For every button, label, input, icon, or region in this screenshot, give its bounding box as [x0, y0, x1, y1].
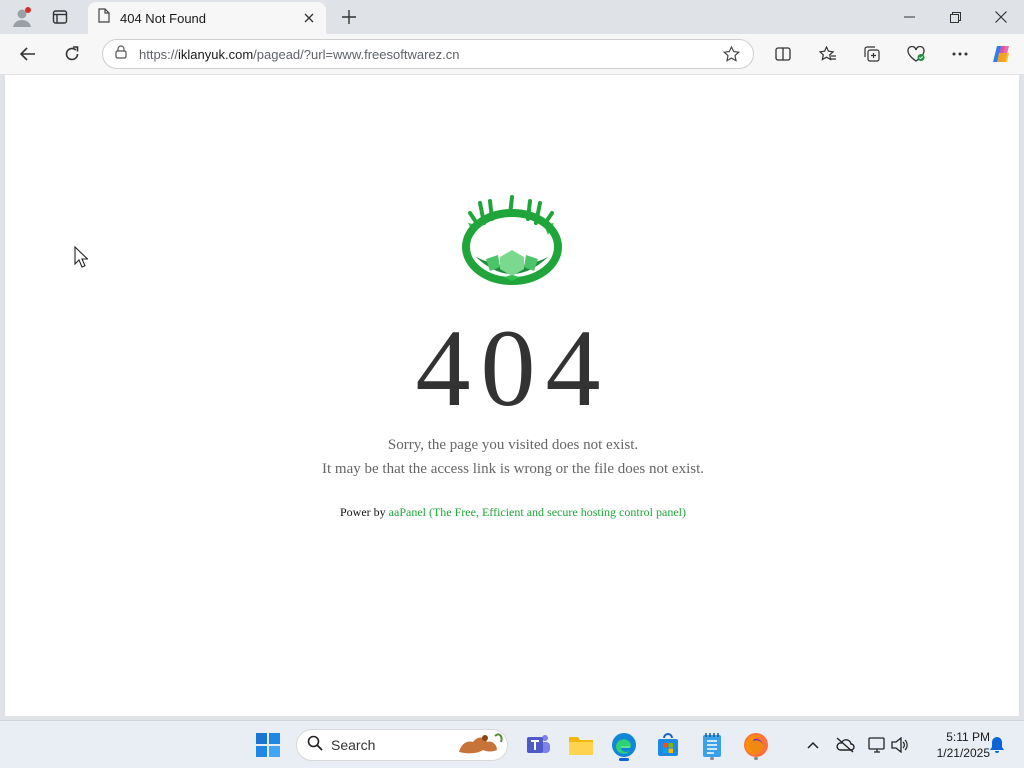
firefox-icon[interactable] — [738, 727, 774, 763]
taskbar: Search 5:11 PM 1/21/2025 — [0, 720, 1024, 768]
restore-button[interactable] — [932, 0, 978, 34]
running-app-indicator — [754, 757, 758, 760]
powered-by: Power by aaPanel (The Free, Efficient an… — [5, 505, 1021, 520]
network-icon[interactable] — [865, 733, 889, 757]
browser-essentials-icon[interactable] — [901, 40, 931, 68]
clock-time: 5:11 PM — [946, 730, 990, 744]
back-button[interactable] — [13, 40, 43, 68]
error-code: 404 — [415, 307, 611, 429]
tab-title: 404 Not Found — [120, 10, 207, 26]
microsoft-store-icon[interactable] — [650, 727, 686, 763]
search-label: Search — [331, 737, 376, 753]
search-icon — [307, 735, 323, 756]
split-screen-icon[interactable] — [768, 40, 798, 68]
active-app-indicator — [619, 758, 629, 761]
page-content: 404 Sorry, the page you visited does not… — [4, 74, 1020, 717]
refresh-button[interactable] — [57, 40, 87, 68]
tab-actions-icon[interactable] — [46, 5, 74, 29]
volume-icon[interactable] — [888, 733, 912, 757]
profile-icon[interactable] — [8, 5, 36, 29]
aapanel-link[interactable]: aaPanel (The Free, Efficient and secure … — [389, 505, 686, 519]
close-window-button[interactable] — [978, 0, 1024, 34]
file-explorer-icon[interactable] — [563, 727, 599, 763]
error-message-line1: Sorry, the page you visited does not exi… — [387, 437, 639, 453]
favorites-icon[interactable] — [813, 40, 843, 68]
more-menu-icon[interactable] — [945, 40, 975, 68]
navigation-bar: https://iklanyuk.com/pagead/?url=www.fre… — [0, 34, 1024, 74]
page-icon — [98, 8, 110, 28]
powered-by-prefix: Power by — [340, 505, 386, 519]
running-app-indicator — [710, 757, 714, 760]
collections-icon[interactable] — [857, 40, 887, 68]
address-bar[interactable]: https://iklanyuk.com/pagead/?url=www.fre… — [102, 39, 754, 69]
mouse-cursor-icon — [74, 245, 89, 273]
clock-date: 1/21/2025 — [936, 746, 990, 760]
title-bar: 404 Not Found — [0, 0, 1024, 34]
squirrel-highlight-icon — [455, 730, 503, 761]
teams-icon[interactable] — [520, 727, 556, 763]
onedrive-offline-icon[interactable] — [833, 733, 857, 757]
notepad-icon[interactable] — [694, 727, 730, 763]
add-favorite-star-icon[interactable] — [717, 41, 745, 67]
system-clock[interactable]: 5:11 PM 1/21/2025 — [916, 729, 990, 761]
tab-active[interactable]: 404 Not Found — [88, 2, 326, 34]
chevron-up-icon[interactable] — [801, 733, 825, 757]
taskbar-search-box[interactable]: Search — [296, 729, 508, 761]
edge-taskbar-icon[interactable] — [606, 727, 642, 763]
notification-bell-icon[interactable] — [985, 733, 1009, 757]
lock-icon[interactable] — [115, 44, 127, 64]
aapanel-logo-icon — [460, 195, 564, 292]
error-message-line2: It may be that the access link is wrong … — [322, 461, 704, 477]
minimize-button[interactable] — [886, 0, 932, 34]
start-button[interactable] — [250, 727, 286, 763]
close-tab-icon[interactable] — [298, 7, 320, 29]
url-text[interactable]: https://iklanyuk.com/pagead/?url=www.fre… — [139, 47, 717, 62]
copilot-icon[interactable] — [987, 40, 1017, 68]
new-tab-button[interactable] — [336, 5, 362, 29]
